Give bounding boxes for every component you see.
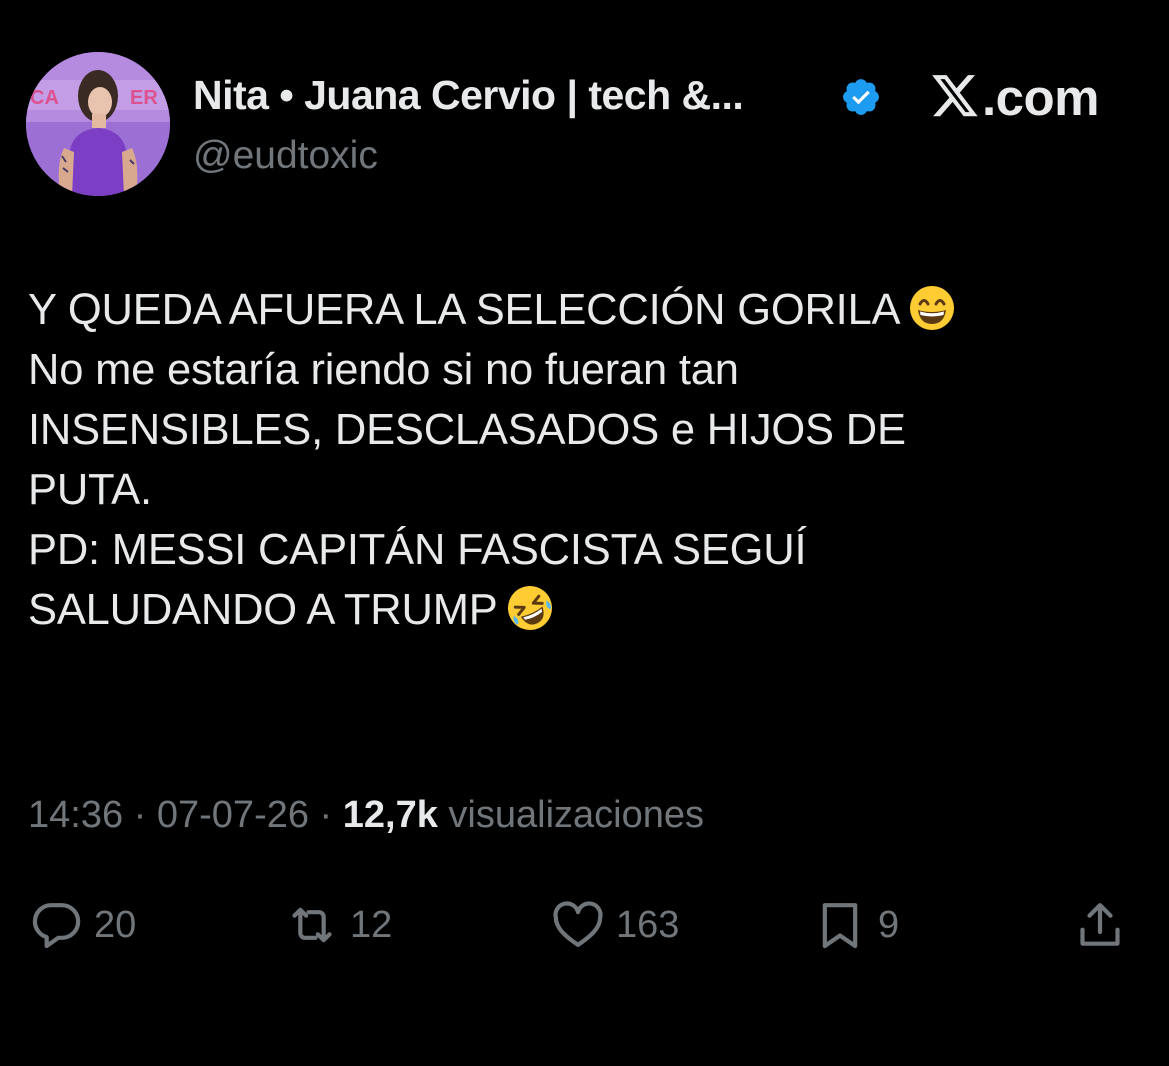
share-button[interactable] (1072, 890, 1128, 960)
bookmark-icon (822, 903, 858, 949)
tweet-line: INSENSIBLES, DESCLASADOS e HIJOS DE (28, 406, 906, 454)
tweet-action-bar: 20 12 163 9 (0, 890, 1169, 960)
avatar[interactable]: CA ER (26, 52, 170, 196)
brand-suffix: .com (982, 68, 1100, 126)
like-count: 163 (616, 903, 680, 946)
author-handle[interactable]: @eudtoxic (193, 134, 378, 178)
x-com-brand: .com (930, 68, 1100, 126)
tweet-line: PD: MESSI CAPITÁN FASCISTA SEGUÍ (28, 526, 807, 574)
repost-count: 12 (350, 903, 393, 946)
bookmark-button[interactable]: 9 (812, 890, 899, 960)
tweet-line: Y QUEDA AFUERA LA SELECCIÓN GORILA (28, 280, 1148, 340)
views-count: 12,7k (342, 794, 438, 836)
tweet-date[interactable]: 07-07-26 (157, 794, 309, 836)
grinning-face-emoji-icon (910, 286, 955, 330)
tweet-line: No me estaría riendo si no fueran tan (28, 346, 739, 394)
tweet-line-text: SALUDANDO A TRUMP (28, 586, 498, 634)
x-logo-icon (932, 75, 978, 117)
reply-icon (32, 903, 81, 949)
tweet-line: SALUDANDO A TRUMP (28, 580, 1148, 640)
rolling-laughing-emoji-icon (507, 586, 552, 630)
tweet-line: PUTA. (28, 466, 152, 514)
repost-icon (292, 907, 332, 943)
views-label: visualizaciones (437, 794, 705, 836)
reply-button[interactable]: 20 (28, 890, 136, 960)
share-icon (1080, 903, 1120, 946)
tweet-line-text: Y QUEDA AFUERA LA SELECCIÓN GORILA (28, 286, 901, 334)
tweet-time[interactable]: 14:36 (28, 794, 123, 836)
verified-badge-icon[interactable] (840, 76, 882, 118)
like-button[interactable]: 163 (550, 890, 679, 960)
reply-count: 20 (94, 903, 137, 946)
avatar-image: CA ER (26, 52, 170, 196)
svg-text:CA: CA (30, 87, 59, 109)
svg-text:ER: ER (130, 87, 158, 109)
meta-separator: · (309, 794, 343, 836)
tweet-text: Y QUEDA AFUERA LA SELECCIÓN GORILA No me… (28, 280, 1148, 640)
author-display-name[interactable]: Nita • Juana Cervio | tech &... (193, 72, 744, 119)
tweet-meta: 14:36 · 07-07-26 · 12,7k visualizaciones (28, 794, 704, 837)
meta-separator: · (123, 794, 157, 836)
heart-icon (553, 901, 603, 947)
repost-button[interactable]: 12 (284, 890, 392, 960)
bookmark-count: 9 (878, 903, 900, 946)
